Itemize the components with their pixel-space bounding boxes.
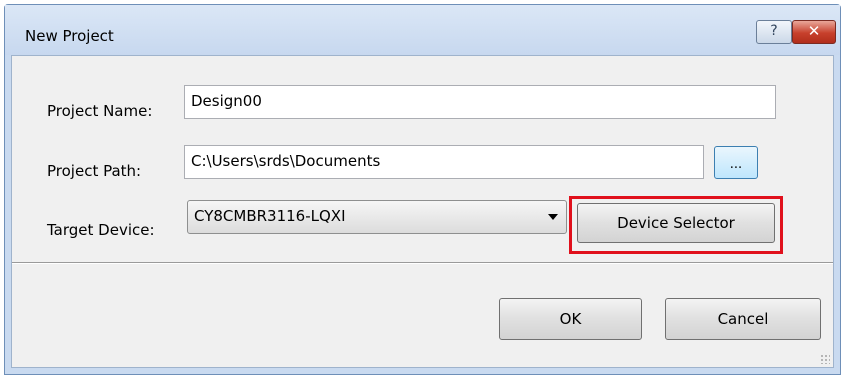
close-button[interactable]: ✕ (792, 20, 836, 44)
help-button[interactable]: ? (756, 20, 792, 44)
dialog-window: New Project ? ✕ Project Name: Design00 P… (4, 4, 841, 375)
browse-button[interactable]: ... (714, 146, 758, 179)
project-name-label: Project Name: (47, 102, 153, 120)
title-bar: New Project ? ✕ (5, 5, 840, 55)
project-name-input[interactable]: Design00 (184, 85, 776, 119)
ok-button[interactable]: OK (499, 298, 642, 340)
cancel-button[interactable]: Cancel (665, 298, 821, 340)
dialog-body: Project Name: Design00 Project Path: C:\… (11, 55, 834, 368)
resize-grip-icon[interactable] (820, 354, 830, 364)
target-device-value: CY8CMBR3116-LQXI (194, 207, 346, 225)
chevron-down-icon[interactable] (548, 214, 558, 220)
project-path-label: Project Path: (47, 162, 142, 180)
dialog-title: New Project (25, 27, 114, 45)
target-device-dropdown[interactable]: CY8CMBR3116-LQXI (187, 200, 567, 234)
target-device-label: Target Device: (47, 221, 155, 239)
project-path-input[interactable]: C:\Users\srds\Documents (184, 145, 704, 179)
separator-highlight (12, 263, 833, 264)
device-selector-button[interactable]: Device Selector (577, 203, 775, 243)
